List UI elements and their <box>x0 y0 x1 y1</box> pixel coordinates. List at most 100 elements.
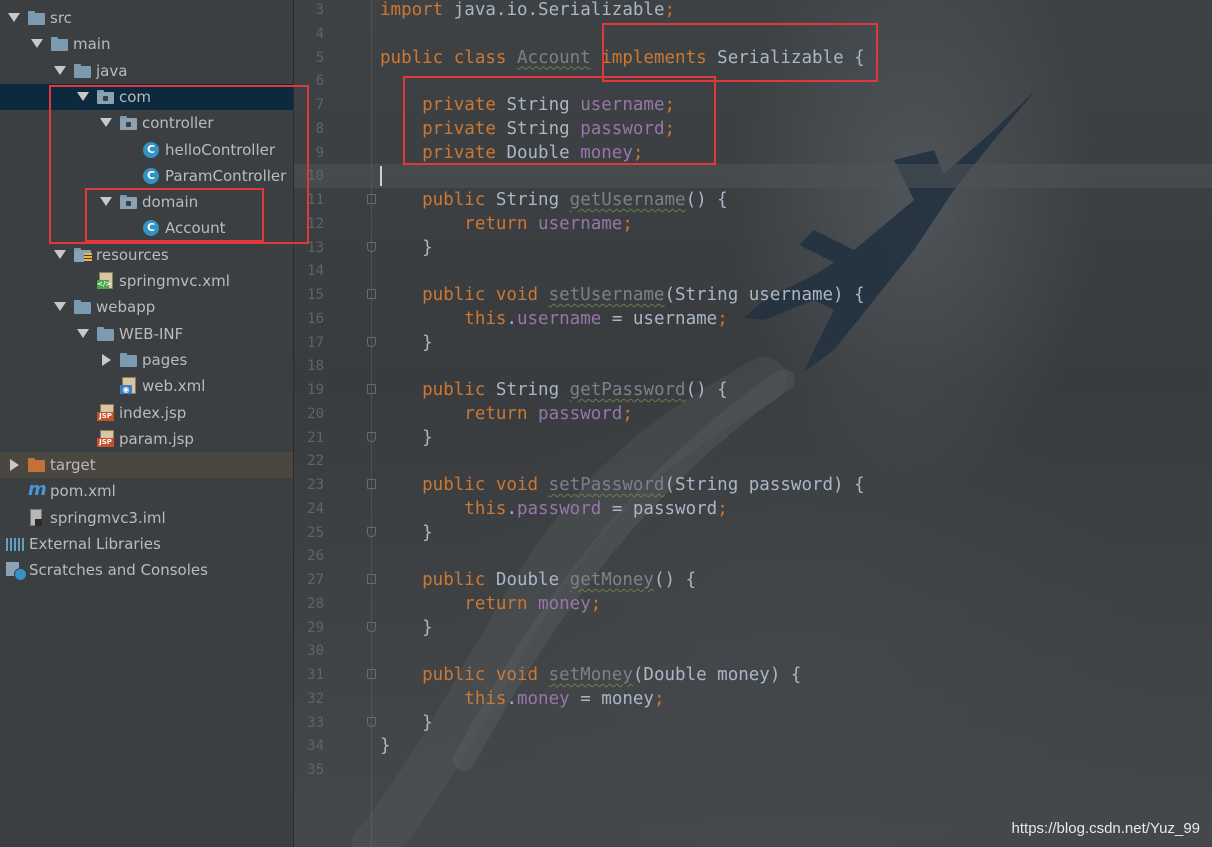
code-line[interactable]: 16 this.username = username; <box>294 307 1212 331</box>
tree-item-hellocontroller[interactable]: ChelloController <box>0 137 293 163</box>
watermark: https://blog.csdn.net/Yuz_99 <box>1011 820 1200 837</box>
code-line[interactable]: 22 <box>294 449 1212 473</box>
code-line[interactable]: 18 <box>294 354 1212 378</box>
code-line[interactable]: 23 public void setPassword(String passwo… <box>294 473 1212 497</box>
chevron-down-icon[interactable] <box>54 242 66 268</box>
tree-item-index-jsp[interactable]: index.jsp <box>0 400 293 426</box>
class-icon: C <box>143 220 159 237</box>
code-line[interactable]: 19 public String getPassword() { <box>294 378 1212 402</box>
code-line[interactable]: 24 this.password = password; <box>294 497 1212 521</box>
fold-marker-icon[interactable] <box>367 716 376 727</box>
code-token: Serializable { <box>706 47 865 68</box>
code-token: (String username) { <box>664 285 865 305</box>
tree-item-com[interactable]: com <box>0 83 293 110</box>
code-line[interactable]: 30 <box>294 639 1212 663</box>
code-line[interactable]: 4 <box>294 22 1212 46</box>
chevron-right-icon[interactable] <box>8 452 20 478</box>
code-token: money <box>580 142 633 163</box>
tree-item-pom-xml[interactable]: m pom.xml <box>0 478 293 504</box>
code-line[interactable]: 33 } <box>294 711 1212 735</box>
chevron-down-icon[interactable] <box>100 110 112 136</box>
tree-item-webapp[interactable]: webapp <box>0 294 293 320</box>
tree-item-springmvc3-iml[interactable]: springmvc3.iml <box>0 505 293 531</box>
tree-item-main[interactable]: main <box>0 31 293 57</box>
fold-marker-icon[interactable] <box>367 479 376 489</box>
code-line[interactable]: 7 private String username; <box>294 93 1212 117</box>
code-line[interactable]: 20 return password; <box>294 402 1212 426</box>
code-line[interactable]: 8 private String password; <box>294 117 1212 141</box>
code-token: } <box>380 712 433 733</box>
code-line[interactable]: 10 <box>294 164 1212 189</box>
tree-item-label: controller <box>142 114 214 133</box>
code-line[interactable]: 26 <box>294 544 1212 568</box>
chevron-right-icon[interactable] <box>100 347 112 373</box>
tree-item-external-libraries[interactable]: External Libraries <box>0 531 293 557</box>
code-line[interactable]: 25 } <box>294 521 1212 545</box>
code-line[interactable]: 27 public Double getMoney() { <box>294 568 1212 592</box>
code-editor[interactable]: 3 import java.io.Serializable; 4 5 public cl… <box>294 0 1212 847</box>
code-line[interactable]: 29 } <box>294 616 1212 640</box>
fold-marker-icon[interactable] <box>367 384 376 394</box>
code-text: public Double getMoney() { <box>380 568 696 592</box>
code-line[interactable]: 14 <box>294 259 1212 283</box>
chevron-down-icon[interactable] <box>31 31 43 57</box>
tree-item-account[interactable]: C Account <box>0 215 293 241</box>
code-line[interactable]: 9 private Double money; <box>294 141 1212 165</box>
code-line[interactable]: 13 } <box>294 236 1212 260</box>
code-line[interactable]: 34} <box>294 734 1212 758</box>
tree-item-pages[interactable]: pages <box>0 347 293 373</box>
fold-marker-icon[interactable] <box>367 194 376 204</box>
tree-item-controller[interactable]: controller <box>0 110 293 136</box>
folder-icon <box>51 31 69 57</box>
chevron-down-icon[interactable] <box>54 294 66 320</box>
code-token: } <box>380 332 433 353</box>
code-text: public void setPassword(String password)… <box>380 473 865 497</box>
fold-marker-icon[interactable] <box>367 336 376 347</box>
tree-item-label: External Libraries <box>29 535 161 553</box>
code-line[interactable]: 17 } <box>294 331 1212 355</box>
tree-item-springmvc-xml[interactable]: springmvc.xml <box>0 268 293 294</box>
tree-item-label: main <box>73 35 111 54</box>
chevron-down-icon[interactable] <box>8 5 20 31</box>
fold-marker-icon[interactable] <box>367 241 376 252</box>
tree-item-scratches-and-consoles[interactable]: Scratches and Consoles <box>0 557 293 583</box>
tree-item-target[interactable]: target <box>0 452 293 479</box>
code-line[interactable]: 15 public void setUsername(String userna… <box>294 283 1212 307</box>
code-token: ; <box>717 308 728 329</box>
chevron-down-icon[interactable] <box>77 84 89 110</box>
tree-item-resources[interactable]: resources <box>0 242 293 268</box>
code-line[interactable]: 6 <box>294 69 1212 93</box>
fold-marker-icon[interactable] <box>367 621 376 632</box>
code-line[interactable]: 5 public class Account implements Seriali… <box>294 46 1212 70</box>
code-line[interactable]: 28 return money; <box>294 592 1212 616</box>
tree-item-web-xml[interactable]: web.xml <box>0 373 293 399</box>
code-line[interactable]: 11 public String getUsername() { <box>294 188 1212 212</box>
tree-item-java[interactable]: java <box>0 58 293 84</box>
code-token: ; <box>664 118 676 139</box>
code-line[interactable]: 31 public void setMoney(Double money) { <box>294 663 1212 687</box>
tree-item-web-inf[interactable]: WEB-INF <box>0 321 293 347</box>
tree-item-paramcontroller[interactable]: C ParamController <box>0 163 293 189</box>
code-line[interactable]: 35 <box>294 758 1212 782</box>
code-token: public class <box>380 47 517 68</box>
chevron-down-icon[interactable] <box>54 58 66 84</box>
code-token: . <box>506 308 517 329</box>
chevron-down-icon[interactable] <box>100 189 112 215</box>
fold-marker-icon[interactable] <box>367 289 376 299</box>
code-token: String <box>506 118 581 139</box>
code-line[interactable]: 21 } <box>294 426 1212 450</box>
tree-item-src[interactable]: src <box>0 5 293 31</box>
tree-item-label: helloController <box>165 140 276 159</box>
fold-marker-icon[interactable] <box>367 431 376 442</box>
fold-marker-icon[interactable] <box>367 526 376 537</box>
fold-marker-icon[interactable] <box>367 669 376 679</box>
code-line[interactable]: 32 this.money = money; <box>294 687 1212 711</box>
tree-item-param-jsp[interactable]: param.jsp <box>0 426 293 452</box>
code-token: String <box>495 190 570 210</box>
fold-marker-icon[interactable] <box>367 574 376 584</box>
code-line[interactable]: 12 return username; <box>294 212 1212 236</box>
code-line[interactable]: 3 import java.io.Serializable; <box>294 0 1212 22</box>
chevron-down-icon[interactable] <box>77 321 89 347</box>
code-text: } <box>380 616 433 640</box>
tree-item-domain[interactable]: domain <box>0 189 293 215</box>
